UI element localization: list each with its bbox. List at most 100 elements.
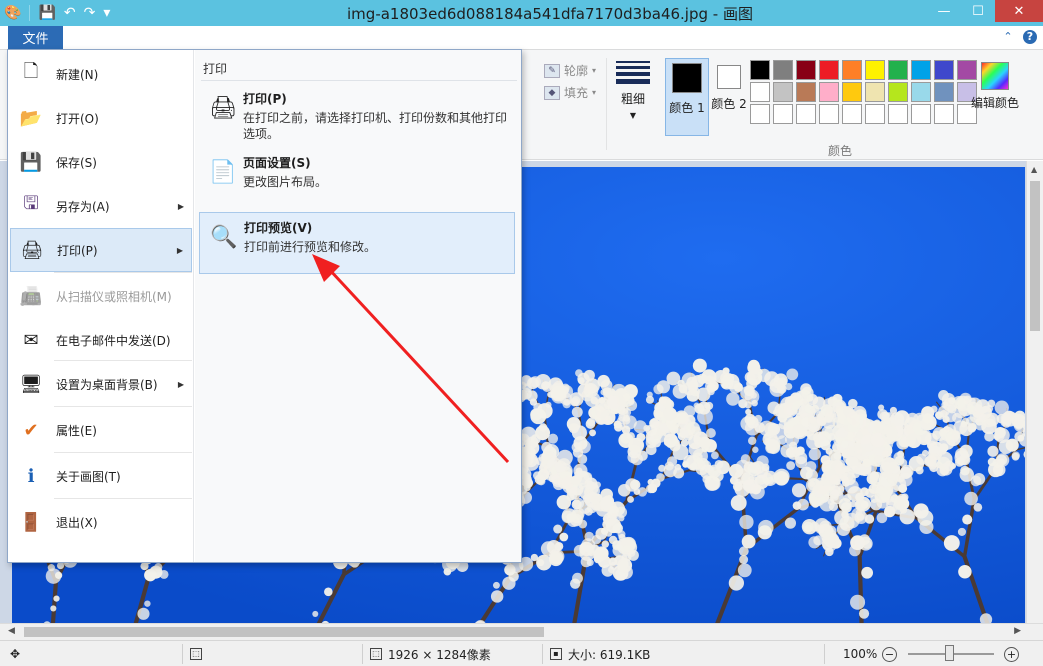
- color2-button[interactable]: 颜色 2: [707, 58, 751, 136]
- palette-swatch[interactable]: [911, 104, 931, 124]
- palette-swatch[interactable]: [842, 104, 862, 124]
- file-menu-item-2[interactable]: 💾 保存(S): [10, 140, 192, 184]
- thickness-button[interactable]: 粗细 ▼: [612, 58, 654, 120]
- zoom-in-button[interactable]: +: [1004, 646, 1019, 662]
- palette-swatch[interactable]: [773, 104, 793, 124]
- palette-swatch[interactable]: [934, 104, 954, 124]
- vertical-scrollbar[interactable]: ▲: [1026, 161, 1043, 623]
- file-menu-item-5[interactable]: 📠 从扫描仪或照相机(M): [10, 274, 192, 318]
- shape-fill-button[interactable]: ◆ 填充 ▾: [544, 84, 596, 101]
- chevron-down-icon: ▾: [592, 88, 597, 97]
- color2-swatch: [717, 65, 741, 89]
- window-controls: — ☐ ✕: [927, 0, 1043, 22]
- ribbon-tab-row: [0, 26, 1043, 50]
- shape-fill-label: 填充: [564, 86, 589, 100]
- file-menu-item-1[interactable]: 📂 打开(O): [10, 96, 192, 140]
- horizontal-scrollbar[interactable]: ◀ ▶: [0, 623, 1043, 640]
- zoom-slider-thumb[interactable]: [945, 645, 954, 661]
- file-menu-item-6[interactable]: ✉ 在电子邮件中发送(D): [10, 318, 192, 362]
- undo-icon[interactable]: ↶: [64, 4, 76, 22]
- file-menu-item-label: 从扫描仪或照相机(M): [56, 289, 172, 304]
- file-menu-item-7[interactable]: 🖥 设置为桌面背景(B) ▶: [10, 362, 192, 406]
- print-submenu: 打印 🖨 打印(P) 在打印之前，请选择打印机、打印份数和其他打印选项。 📄 页面设置(…: [195, 50, 521, 562]
- open-folder-icon: 📂: [19, 107, 43, 129]
- scroll-right-icon[interactable]: ▶: [1014, 626, 1021, 636]
- print-submenu-item-2[interactable]: 🔍 打印预览(V) 打印前进行预览和修改。: [199, 212, 515, 274]
- palette-swatch[interactable]: [865, 82, 885, 102]
- palette-swatch[interactable]: [888, 104, 908, 124]
- palette-swatch[interactable]: [819, 82, 839, 102]
- scroll-left-icon[interactable]: ◀: [8, 626, 15, 636]
- redo-icon[interactable]: ↷: [84, 4, 96, 22]
- paint-app-icon[interactable]: 🎨: [4, 4, 21, 22]
- shape-outline-button[interactable]: ✎ 轮廓 ▾: [544, 62, 596, 79]
- file-menu-item-4[interactable]: 🖨 打印(P) ▶: [10, 228, 192, 272]
- file-menu-item-8[interactable]: ✔ 属性(E): [10, 408, 192, 452]
- ribbon-help-area: ⌃ ?: [1001, 30, 1037, 44]
- menu-divider: [54, 272, 192, 273]
- print-submenu-item-0[interactable]: 🖨 打印(P) 在打印之前，请选择打印机、打印份数和其他打印选项。: [199, 84, 515, 146]
- palette-swatch[interactable]: [796, 60, 816, 80]
- palette-swatch[interactable]: [750, 60, 770, 80]
- file-menu-item-label: 打开(O): [56, 111, 99, 126]
- palette-swatch[interactable]: [888, 82, 908, 102]
- move-cursor-icon: ✥: [10, 647, 21, 661]
- palette-swatch[interactable]: [888, 60, 908, 80]
- save-icon[interactable]: 💾: [38, 4, 55, 22]
- palette-swatch[interactable]: [865, 60, 885, 80]
- color1-swatch: [672, 63, 702, 93]
- maximize-button[interactable]: ☐: [961, 0, 995, 22]
- palette-swatch[interactable]: [773, 82, 793, 102]
- palette-swatch[interactable]: [819, 104, 839, 124]
- palette-swatch[interactable]: [842, 82, 862, 102]
- color-palette: [750, 60, 978, 124]
- palette-swatch[interactable]: [865, 104, 885, 124]
- edit-colors-button[interactable]: 编辑颜色: [970, 58, 1020, 111]
- submenu-item-title: 页面设置(S): [243, 156, 311, 170]
- disk-icon: ▪: [550, 648, 562, 660]
- file-tab[interactable]: 文件: [8, 26, 63, 49]
- chevron-down-icon: ▼: [629, 111, 637, 120]
- status-divider: [182, 644, 183, 664]
- file-menu-item-10[interactable]: 🚪 退出(X): [10, 500, 192, 544]
- minimize-button[interactable]: —: [927, 0, 961, 22]
- colors-group-label: 颜色: [828, 144, 853, 158]
- palette-swatch[interactable]: [934, 82, 954, 102]
- palette-swatch[interactable]: [911, 82, 931, 102]
- cursor-position: ✥: [10, 641, 20, 666]
- collapse-ribbon-icon[interactable]: ⌃: [1001, 30, 1015, 44]
- file-menu-item-3[interactable]: 🖫 另存为(A) ▶: [10, 184, 192, 228]
- palette-swatch[interactable]: [773, 60, 793, 80]
- submenu-item-description: 打印前进行预览和修改。: [244, 240, 377, 254]
- zoom-minus-wrap: −: [882, 641, 897, 666]
- palette-swatch[interactable]: [842, 60, 862, 80]
- file-menu-item-0[interactable]: 🗋 新建(N): [10, 52, 192, 96]
- color1-button[interactable]: 颜色 1: [665, 58, 709, 136]
- horizontal-scroll-thumb[interactable]: [24, 627, 544, 637]
- close-button[interactable]: ✕: [995, 0, 1043, 22]
- palette-swatch[interactable]: [796, 82, 816, 102]
- zoom-out-button[interactable]: −: [882, 646, 897, 662]
- palette-swatch[interactable]: [819, 60, 839, 80]
- edit-colors-label: 编辑颜色: [970, 96, 1019, 110]
- file-menu-item-9[interactable]: ℹ 关于画图(T): [10, 454, 192, 498]
- palette-swatch[interactable]: [911, 60, 931, 80]
- palette-swatch[interactable]: [750, 104, 770, 124]
- selection-icon: ⬚: [190, 648, 202, 660]
- chevron-down-icon: ▾: [592, 66, 597, 75]
- palette-swatch[interactable]: [750, 82, 770, 102]
- chevron-right-icon: ▶: [177, 201, 184, 211]
- palette-swatch[interactable]: [934, 60, 954, 80]
- file-menu-item-label: 设置为桌面背景(B): [56, 377, 158, 392]
- submenu-item-description: 在打印之前，请选择打印机、打印份数和其他打印选项。: [243, 111, 508, 141]
- vertical-scroll-thumb[interactable]: [1030, 181, 1040, 331]
- customize-qat-icon[interactable]: ▾: [103, 4, 110, 22]
- image-dimensions: ⬚ 1926 × 1284像素: [370, 641, 491, 666]
- palette-swatch[interactable]: [796, 104, 816, 124]
- menu-divider: [54, 406, 192, 407]
- scroll-up-icon[interactable]: ▲: [1031, 165, 1037, 174]
- desktop-background-icon: 🖥: [19, 373, 43, 395]
- file-menu-item-label: 关于画图(T): [56, 469, 121, 484]
- print-submenu-item-1[interactable]: 📄 页面设置(S) 更改图片布局。: [199, 148, 515, 210]
- help-icon[interactable]: ?: [1023, 30, 1037, 44]
